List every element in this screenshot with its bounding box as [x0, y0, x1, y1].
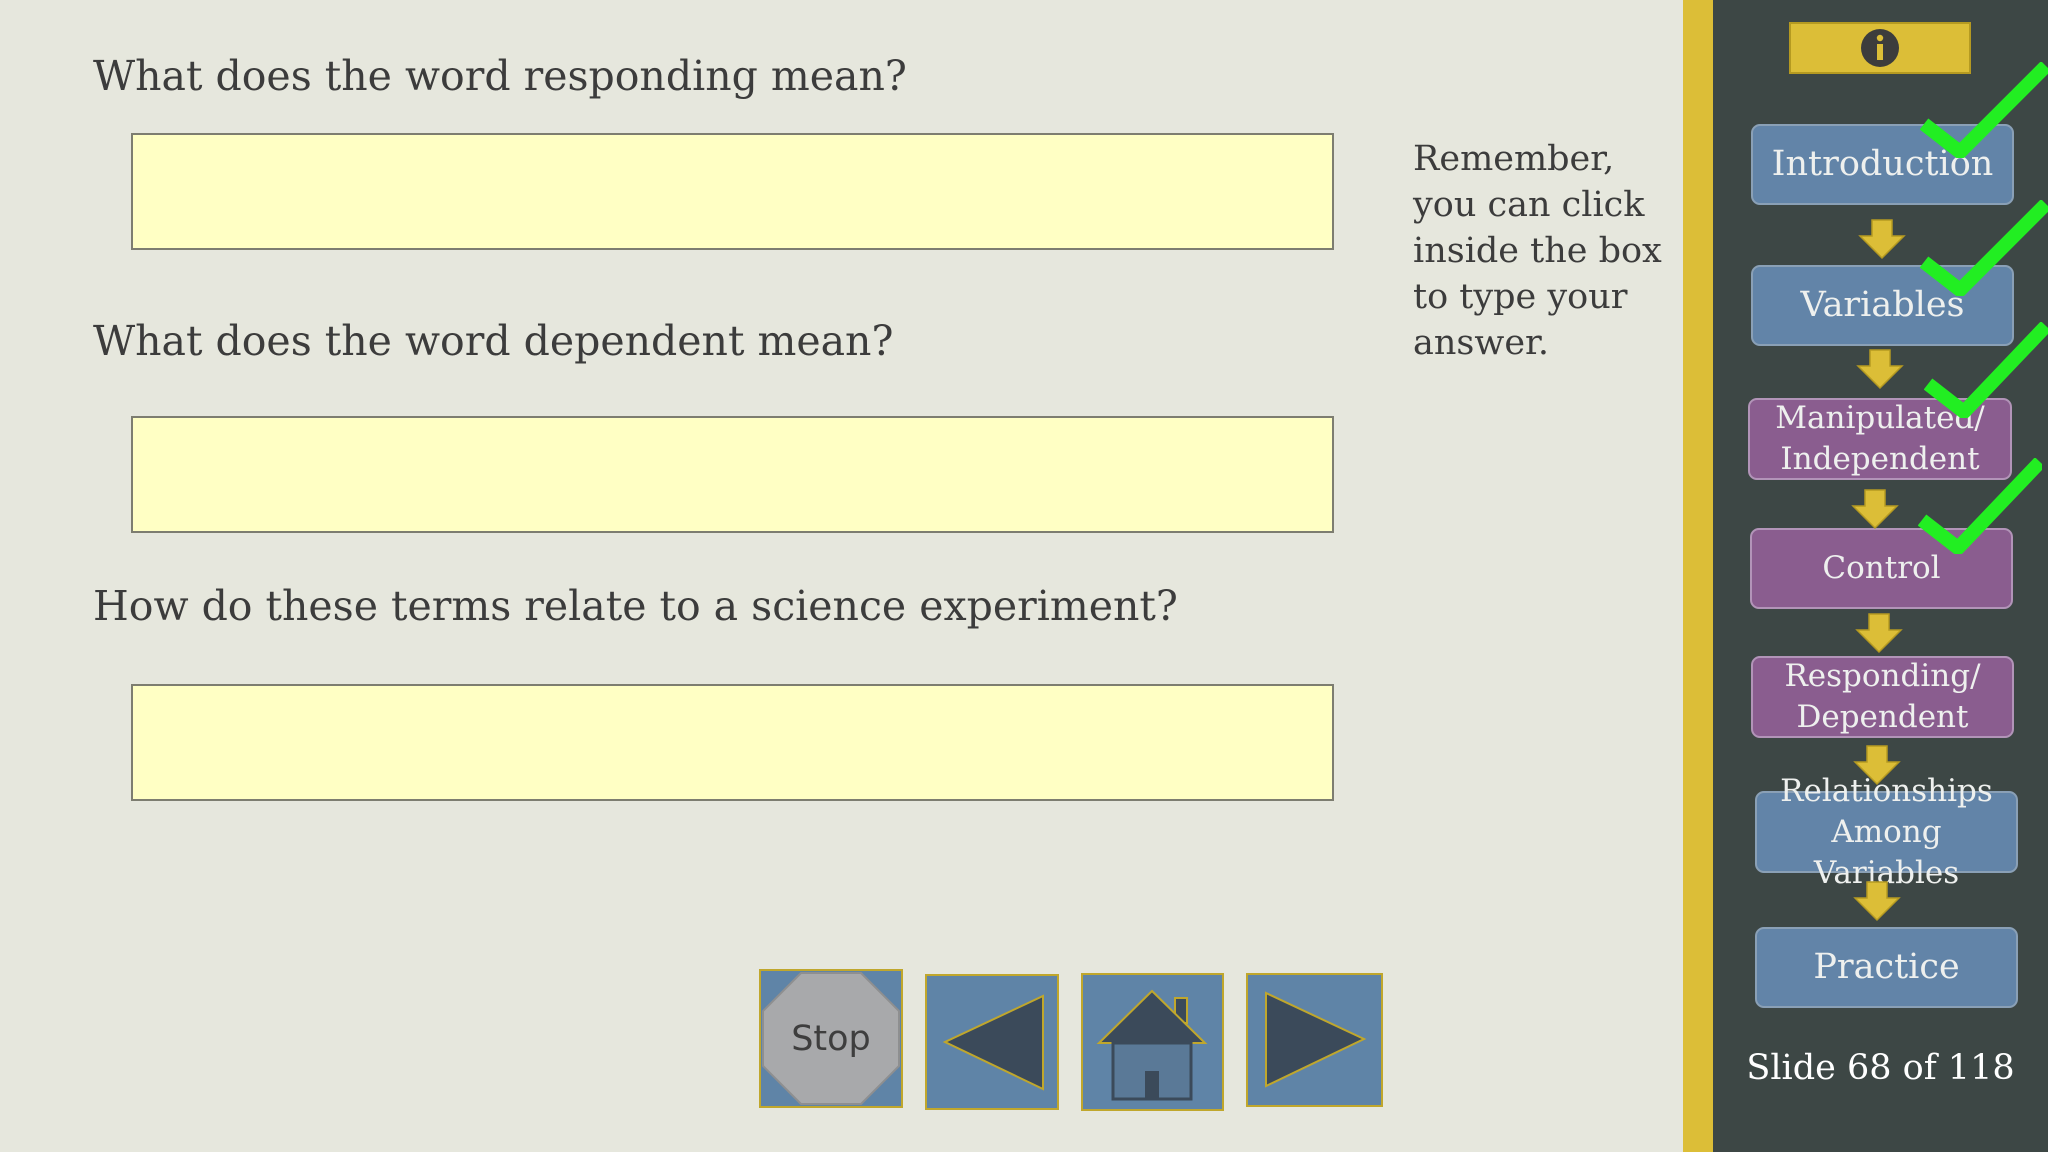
checkmark-icon — [1920, 200, 2048, 296]
forward-arrow-icon — [1265, 991, 1367, 1088]
section-label: Responding/ Dependent — [1784, 658, 1981, 735]
down-arrow-icon — [1853, 745, 1901, 786]
forward-button[interactable] — [1246, 973, 1383, 1107]
answer-box-2[interactable] — [131, 416, 1334, 533]
checkmark-icon — [1918, 458, 2042, 554]
stop-label: Stop — [791, 1018, 871, 1059]
answer-box-1[interactable] — [131, 133, 1334, 250]
section-label: Control — [1822, 550, 1941, 586]
back-arrow-icon — [942, 994, 1044, 1091]
question-1: What does the word responding mean? — [93, 52, 907, 100]
down-arrow-icon — [1853, 881, 1901, 922]
down-arrow-icon — [1851, 489, 1899, 530]
slide-counter: Slide 68 of 118 — [1746, 1048, 2015, 1088]
sidebar-gold-strip — [1683, 0, 1713, 1152]
section-practice[interactable]: Practice — [1755, 927, 2018, 1008]
section-label: Relationships Among Variables — [1780, 772, 1993, 891]
down-arrow-icon — [1855, 613, 1903, 654]
down-arrow-icon — [1856, 349, 1904, 390]
answer-box-3[interactable] — [131, 684, 1334, 801]
slide: What does the word responding mean? What… — [0, 0, 2048, 1152]
section-relationships-among-variables[interactable]: Relationships Among Variables — [1755, 773, 2018, 891]
back-button[interactable] — [925, 974, 1059, 1110]
question-3: How do these terms relate to a science e… — [93, 582, 1178, 630]
home-button[interactable] — [1081, 973, 1224, 1111]
home-icon — [1096, 989, 1208, 1101]
hint-text: Remember, you can click inside the box t… — [1413, 139, 1662, 363]
checkmark-icon — [1920, 62, 2048, 158]
stop-button[interactable]: Stop — [759, 969, 903, 1108]
section-label: Practice — [1813, 947, 1960, 987]
checkmark-icon — [1924, 322, 2048, 418]
question-2: What does the word dependent mean? — [93, 317, 894, 365]
down-arrow-icon — [1858, 219, 1906, 260]
section-responding-dependent[interactable]: Responding/ Dependent — [1751, 656, 2014, 738]
